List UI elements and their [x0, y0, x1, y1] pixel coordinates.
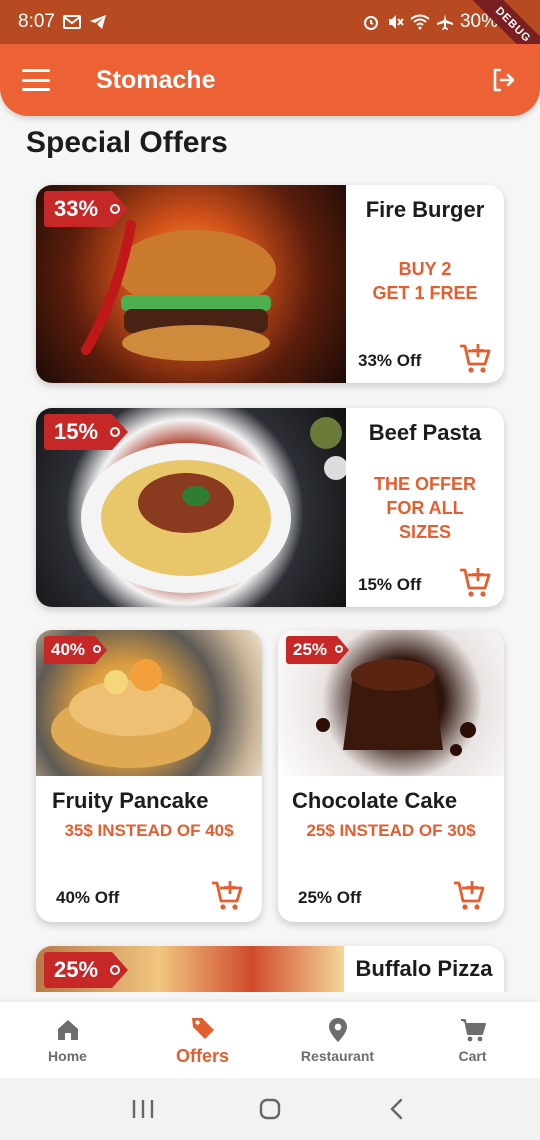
app-bar: Stomache — [0, 44, 540, 116]
mail-icon — [62, 15, 81, 29]
buffalo-pizza-image: 25% — [36, 946, 344, 992]
off-label: 33% Off — [358, 351, 422, 370]
telegram-icon — [89, 15, 106, 29]
offer-name: Fruity Pancake — [52, 788, 209, 813]
tag-icon — [191, 1017, 214, 1039]
home-icon — [57, 1020, 78, 1040]
status-time: 8:07 — [18, 11, 55, 32]
offer-description: BUY 2 GET 1 FREE — [372, 259, 478, 303]
alarm-icon — [363, 16, 378, 30]
add-to-cart-icon[interactable] — [458, 341, 492, 375]
offer-card-chocolate-cake[interactable]: 25% Chocolate Cake 25$ INSTEAD OF 30$ 25… — [278, 630, 504, 922]
recent-apps-icon — [133, 1100, 154, 1118]
app-title: Stomache — [96, 65, 216, 94]
offer-price: 35$ INSTEAD OF 40$ — [64, 821, 234, 840]
discount-badge: 25% — [44, 952, 129, 988]
mute-icon — [388, 15, 404, 29]
discount-badge: 40% — [44, 636, 108, 664]
offer-description: THE OFFER FOR ALL SIZES — [374, 474, 476, 542]
offer-name: Chocolate Cake — [292, 788, 458, 813]
offer-name: Buffalo Pizza — [355, 956, 493, 981]
off-label: 15% Off — [358, 575, 422, 594]
bottom-nav: Home Offers Restaurant Cart — [0, 1002, 540, 1078]
beef-pasta-image: 15% — [36, 408, 346, 607]
page-title: Special Offers — [26, 126, 228, 159]
offer-card-beef-pasta[interactable]: 15% Beef Pasta THE OFFER FOR ALL SIZES 1… — [36, 408, 504, 607]
discount-badge: 15% — [44, 414, 129, 450]
chocolate-cake-image: 25% — [278, 630, 504, 776]
wifi-icon — [410, 14, 430, 30]
add-to-cart-icon[interactable] — [452, 878, 486, 912]
nav-cart[interactable]: Cart — [405, 1002, 540, 1078]
offer-card-fruity-pancake[interactable]: 40% Fruity Pancake 35$ INSTEAD OF 40$ 40… — [36, 630, 262, 922]
offer-card-buffalo-pizza[interactable]: 25% Buffalo Pizza — [36, 946, 504, 992]
offer-name: Fire Burger — [365, 197, 485, 222]
status-bar: 8:07 30% DEBUG — [0, 0, 540, 79]
fire-burger-image: 33% — [36, 185, 346, 383]
back-button[interactable] — [377, 1089, 417, 1129]
home-circle-icon — [259, 1098, 281, 1120]
airplane-icon — [436, 14, 453, 30]
add-to-cart-icon[interactable] — [210, 878, 244, 912]
menu-icon[interactable] — [22, 69, 50, 91]
discount-badge: 25% — [286, 636, 350, 664]
off-label: 25% Off — [298, 888, 362, 907]
add-to-cart-icon[interactable] — [458, 565, 492, 599]
nav-offers[interactable]: Offers — [135, 1002, 270, 1078]
recent-apps-button[interactable] — [123, 1089, 163, 1129]
off-label: 40% Off — [56, 888, 120, 907]
nav-home[interactable]: Home — [0, 1002, 135, 1078]
discount-badge: 33% — [44, 191, 129, 227]
cart-icon — [460, 1019, 486, 1042]
offer-price: 25$ INSTEAD OF 30$ — [306, 821, 476, 840]
nav-restaurant[interactable]: Restaurant — [270, 1002, 405, 1078]
home-button[interactable] — [250, 1089, 290, 1129]
offer-card-fire-burger[interactable]: 33% Fire Burger BUY 2 GET 1 FREE 33% Off — [36, 185, 504, 383]
fruity-pancake-image: 40% — [36, 630, 262, 776]
location-pin-icon — [328, 1018, 347, 1042]
offer-name: Beef Pasta — [368, 420, 482, 445]
logout-icon[interactable] — [490, 66, 518, 94]
system-nav-bar — [0, 1078, 540, 1140]
offers-list[interactable]: Special Offers 33% Fire Burger BUY 2 GET… — [0, 116, 540, 992]
back-icon — [389, 1098, 402, 1120]
